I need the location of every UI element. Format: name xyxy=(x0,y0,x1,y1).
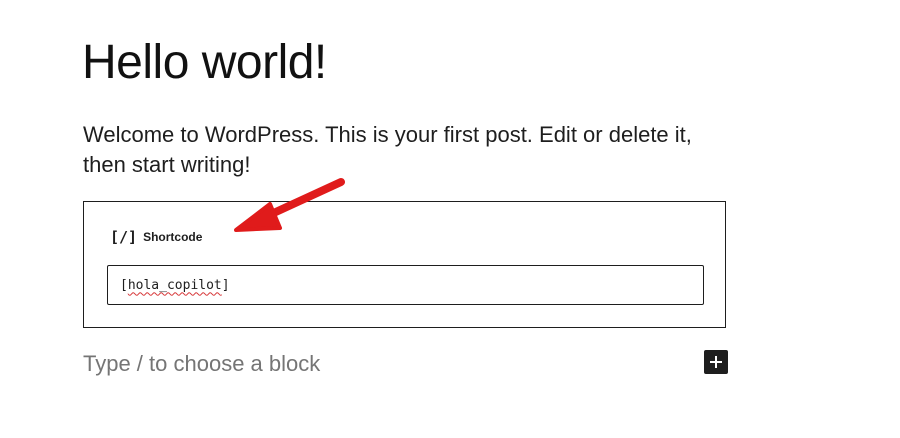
shortcode-bracket-close: ] xyxy=(221,277,230,293)
shortcode-block-label: [/] Shortcode xyxy=(110,228,202,246)
shortcode-bracket-open: [ xyxy=(120,277,128,293)
post-paragraph[interactable]: Welcome to WordPress. This is your first… xyxy=(83,120,723,180)
plus-icon xyxy=(710,356,722,368)
post-title[interactable]: Hello world! xyxy=(82,34,327,92)
shortcode-input[interactable]: [hola_copilot] xyxy=(107,265,704,305)
shortcode-text: hola_copilot xyxy=(127,277,222,293)
block-appender-placeholder[interactable]: Type / to choose a block xyxy=(83,349,320,379)
shortcode-block[interactable]: [/] Shortcode [hola_copilot] xyxy=(83,201,726,328)
shortcode-block-name: Shortcode xyxy=(143,230,203,244)
shortcode-icon: [/] xyxy=(110,228,138,246)
add-block-button[interactable] xyxy=(704,350,728,374)
